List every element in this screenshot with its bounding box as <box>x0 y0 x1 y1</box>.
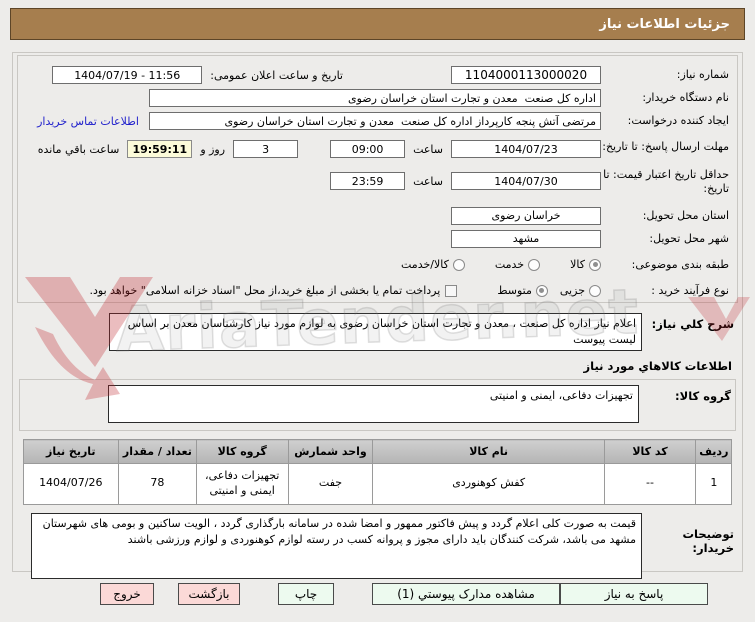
need-description-label: شرح کلي نياز: <box>651 317 734 331</box>
buyer-notes-row: توضیحات خریدار: قیمت به صورت کلی اعلام گ… <box>21 512 735 579</box>
row-reply-deadline: مهلت ارسال پاسخ: تا تاریخ: ساعت روز و 19… <box>26 139 729 159</box>
buyer-contact-link[interactable]: اطلاعات تماس خریدار <box>37 115 139 128</box>
subject-class-option-both[interactable]: کالا/خدمت <box>401 258 465 271</box>
reply-deadline-date-input[interactable] <box>451 140 601 158</box>
delivery-province-label: استان محل تحویل: <box>642 208 729 222</box>
row-purchase-type: نوع فرآیند خرید : جزیی متوسط پرداخت تمام… <box>26 281 729 301</box>
row-subject-class: طبقه بندی موضوعی: کالا خدمت کالا/خدمت <box>26 255 729 275</box>
row-price-validity: حداقل تاریخ اعتبار قیمت: تا تاریخ: ساعت <box>26 167 729 196</box>
row-buyer-org: نام دستگاه خریدار: <box>26 88 729 108</box>
purchase-type-option-minor[interactable]: جزیی <box>560 284 601 297</box>
goods-section: شرح کلي نياز: اعلام نیاز اداره کل صنعت ،… <box>17 303 738 591</box>
radio-service-label: خدمت <box>494 258 525 271</box>
reply-deadline-hour-label: ساعت <box>413 142 443 156</box>
page-title-text: جزئیات اطلاعات نیاز <box>599 16 730 32</box>
price-validity-date-input[interactable] <box>451 172 601 191</box>
treasury-checkbox-option[interactable]: پرداخت تمام یا بخشی از مبلغ خرید،از محل … <box>90 284 458 297</box>
purchase-type-label: نوع فرآیند خرید : <box>651 283 729 297</box>
delivery-province-input[interactable] <box>451 206 601 225</box>
need-description-row: شرح کلي نياز: اعلام نیاز اداره کل صنعت ،… <box>21 313 734 351</box>
subject-class-option-goods[interactable]: کالا <box>570 258 601 271</box>
goods-group-groupbox: گروه کالا: تجهیزات دفاعی، ایمنی و امنیتی <box>19 379 736 431</box>
treasury-checkbox-label: پرداخت تمام یا بخشی از مبلغ خرید،از محل … <box>89 284 441 297</box>
buyer-notes-label: توضیحات خریدار: <box>682 526 735 555</box>
radio-both-label: کالا/خدمت <box>401 258 449 271</box>
col-code[interactable]: کد کالا <box>603 439 697 464</box>
delivery-city-label: شهر محل تحویل: <box>649 231 729 245</box>
radio-goods-label: کالا <box>570 258 585 271</box>
items-table: ردیف کد کالا نام کالا واحد شمارش گروه کا… <box>22 439 733 505</box>
table-row[interactable]: 1 -- کفش کوهنوردی جفت تجهیزات دفاعی، ایم… <box>22 463 733 505</box>
price-validity-label: حداقل تاریخ اعتبار قیمت: تا تاریخ: <box>603 168 729 195</box>
cell-code: -- <box>603 463 697 505</box>
exit-button[interactable]: خروج <box>100 583 154 605</box>
col-group[interactable]: گروه کالا <box>195 439 289 464</box>
request-creator-input[interactable] <box>149 112 601 130</box>
request-creator-label: ایجاد کننده درخواست: <box>627 114 729 128</box>
buyer-org-label: نام دستگاه خریدار: <box>642 91 729 105</box>
cell-qty: 78 <box>117 463 197 505</box>
back-button[interactable]: بازگشت <box>178 583 240 605</box>
need-number-label: شماره نیاز: <box>676 68 729 82</box>
col-name[interactable]: نام کالا <box>372 439 605 464</box>
print-button[interactable]: چاپ <box>278 583 334 605</box>
remaining-time-box: 19:59:11 <box>127 140 193 158</box>
remaining-days-label: روز و <box>200 142 226 156</box>
radio-minor-label: جزیی <box>559 284 585 297</box>
col-qty[interactable]: تعداد / مقدار <box>117 439 197 464</box>
cell-name: کفش کوهنوردی <box>372 463 605 505</box>
goods-group-label: گروه کالا: <box>675 389 731 403</box>
items-table-header-row: ردیف کد کالا نام کالا واحد شمارش گروه کا… <box>22 439 733 464</box>
view-attachments-button[interactable]: مشاهده مدارک پیوستي (1) <box>372 583 560 605</box>
row-delivery-city: شهر محل تحویل: <box>26 229 729 249</box>
radio-medium-label: متوسط <box>497 284 532 297</box>
delivery-city-input[interactable] <box>451 229 601 248</box>
need-info-groupbox: شماره نیاز: تاریخ و ساعت اعلان عمومی: نا… <box>17 55 738 303</box>
reply-deadline-hour-input[interactable] <box>330 140 406 158</box>
price-validity-hour-input[interactable] <box>330 172 406 191</box>
announce-label: تاریخ و ساعت اعلان عمومی: <box>210 68 343 82</box>
goods-section-title: اطلاعات کالاهاي مورد نياز <box>583 359 732 373</box>
need-number-input[interactable] <box>451 66 601 84</box>
cell-row: 1 <box>695 463 733 505</box>
radio-both-icon[interactable] <box>452 258 465 271</box>
footer-buttons: پاسخ به نیاز مشاهده مدارک پیوستي (1) چاپ… <box>35 582 720 606</box>
price-validity-hour-label: ساعت <box>413 174 443 188</box>
need-description-textarea[interactable]: اعلام نیاز اداره کل صنعت ، معدن و تجارت … <box>109 313 642 351</box>
row-request-creator: ایجاد کننده درخواست: اطلاعات تماس خریدار <box>26 111 729 131</box>
subject-class-option-service[interactable]: خدمت <box>494 258 541 271</box>
buyer-org-input[interactable] <box>149 89 601 107</box>
radio-goods-icon[interactable] <box>589 258 601 271</box>
col-row[interactable]: ردیف <box>695 439 733 464</box>
col-unit[interactable]: واحد شمارش <box>287 439 374 464</box>
radio-service-icon[interactable] <box>528 258 541 271</box>
respond-to-need-button[interactable]: پاسخ به نیاز <box>560 583 708 605</box>
purchase-type-option-medium[interactable]: متوسط <box>497 284 548 297</box>
radio-minor-icon[interactable] <box>589 284 601 297</box>
main-panel: شماره نیاز: تاریخ و ساعت اعلان عمومی: نا… <box>12 52 743 579</box>
row-need-number: شماره نیاز: تاریخ و ساعت اعلان عمومی: <box>26 65 729 85</box>
buyer-notes-textarea[interactable]: قیمت به صورت کلی اعلام گردد و پیش فاکتور… <box>31 512 642 579</box>
radio-medium-icon[interactable] <box>535 284 548 297</box>
cell-unit: جفت <box>287 463 374 505</box>
goods-group-textarea[interactable]: تجهیزات دفاعی، ایمنی و امنیتی <box>108 385 639 423</box>
page-title: جزئیات اطلاعات نیاز <box>10 8 745 40</box>
col-date[interactable]: تاریخ نیاز <box>22 439 119 464</box>
remaining-days-box <box>233 140 299 158</box>
subject-class-label: طبقه بندی موضوعی: <box>631 257 729 271</box>
announce-input[interactable] <box>52 66 203 84</box>
treasury-checkbox-icon[interactable] <box>445 284 458 297</box>
reply-deadline-label: مهلت ارسال پاسخ: تا تاریخ: <box>602 140 729 153</box>
cell-group: تجهیزات دفاعی، ایمنی و امنیتی <box>195 463 289 505</box>
cell-date: 1404/07/26 <box>22 463 119 505</box>
remaining-time-label: ساعت باقي مانده <box>37 142 120 156</box>
row-delivery-province: استان محل تحویل: <box>26 206 729 226</box>
